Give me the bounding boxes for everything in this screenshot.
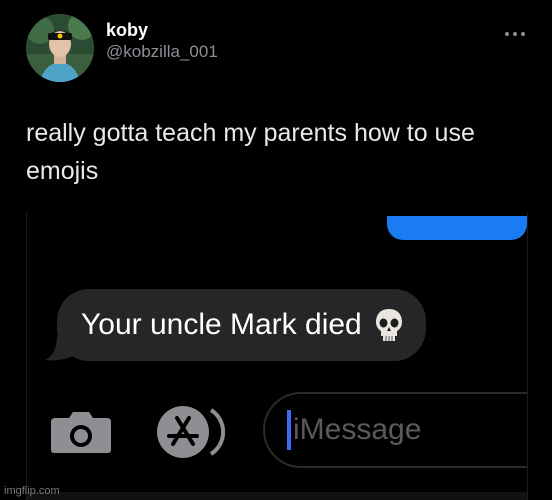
tweet-header: koby @kobzilla_001 <box>26 14 218 82</box>
skull-icon <box>375 309 402 341</box>
message-placeholder: iMessage <box>293 413 422 446</box>
camera-icon[interactable] <box>49 410 113 454</box>
avatar[interactable] <box>26 14 94 82</box>
keyboard-edge <box>27 492 527 500</box>
app-store-icon[interactable] <box>155 404 227 460</box>
watermark: imgflip.com <box>4 485 60 497</box>
user-handle[interactable]: @kobzilla_001 <box>106 41 218 63</box>
more-horizontal-icon[interactable] <box>504 30 526 38</box>
avatar-image <box>26 14 94 82</box>
received-message-text: Your uncle Mark died <box>81 308 362 341</box>
attached-screenshot[interactable]: Your uncle Mark died iMessage <box>26 212 528 500</box>
tweet-text: really gotta teach my parents how to use… <box>26 119 475 185</box>
display-name[interactable]: koby <box>106 19 218 41</box>
message-input[interactable]: iMessage <box>263 392 527 468</box>
text-caret <box>287 410 291 450</box>
sent-message-bubble <box>387 216 527 240</box>
received-message-bubble: Your uncle Mark died <box>57 289 426 361</box>
